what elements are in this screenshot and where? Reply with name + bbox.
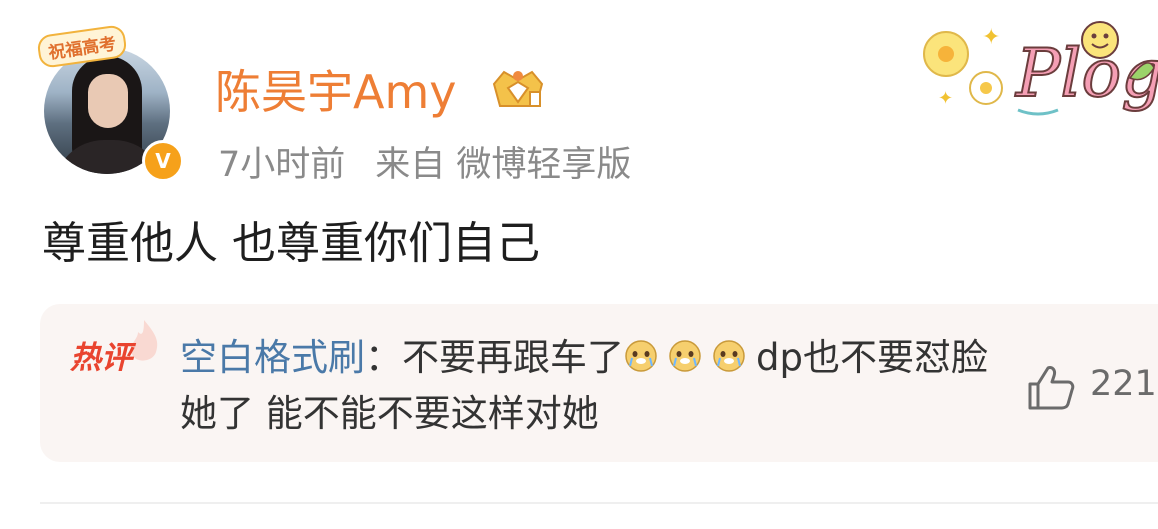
crying-dog-emoji [713, 340, 745, 372]
divider [40, 502, 1158, 504]
verified-v-icon: V [142, 140, 184, 182]
avatar-container[interactable]: 祝福高考 V [36, 24, 184, 182]
plog-sticker: ✦ ✦ Plog [923, 21, 1158, 116]
hot-comment-body: 空白格式刷：不要再跟车了 dp也不要怼脸她了 能不能不要这样对她 [180, 330, 1000, 442]
crying-dog-emoji [669, 340, 701, 372]
post-text: 尊重他人 也尊重你们自己 [42, 218, 540, 269]
comment-text-part1: 不要再跟车了 [402, 336, 624, 379]
post-time: 7小时前 [218, 145, 346, 185]
hot-comment-tag: 热评 [70, 340, 132, 376]
svg-text:✦: ✦ [982, 25, 1000, 50]
crying-dog-emoji [625, 340, 657, 372]
commenter-name[interactable]: 空白格式刷 [180, 336, 365, 379]
like-count: 221 [1090, 364, 1157, 404]
hot-comment-card[interactable]: 热评 空白格式刷：不要再跟车了 dp也不要怼脸她了 能不能不要这样对她 221 [40, 304, 1158, 462]
post-source[interactable]: 来自 微博轻享版 [375, 145, 631, 185]
svg-text:✦: ✦ [938, 88, 953, 109]
comment-separator: ： [365, 336, 402, 379]
thumbs-up-icon[interactable] [1026, 364, 1076, 412]
crown-badge-icon[interactable] [488, 66, 548, 116]
username[interactable]: 陈昊宇Amy [215, 62, 457, 122]
post-meta: 7小时前 来自 微博轻享版 [218, 142, 631, 188]
